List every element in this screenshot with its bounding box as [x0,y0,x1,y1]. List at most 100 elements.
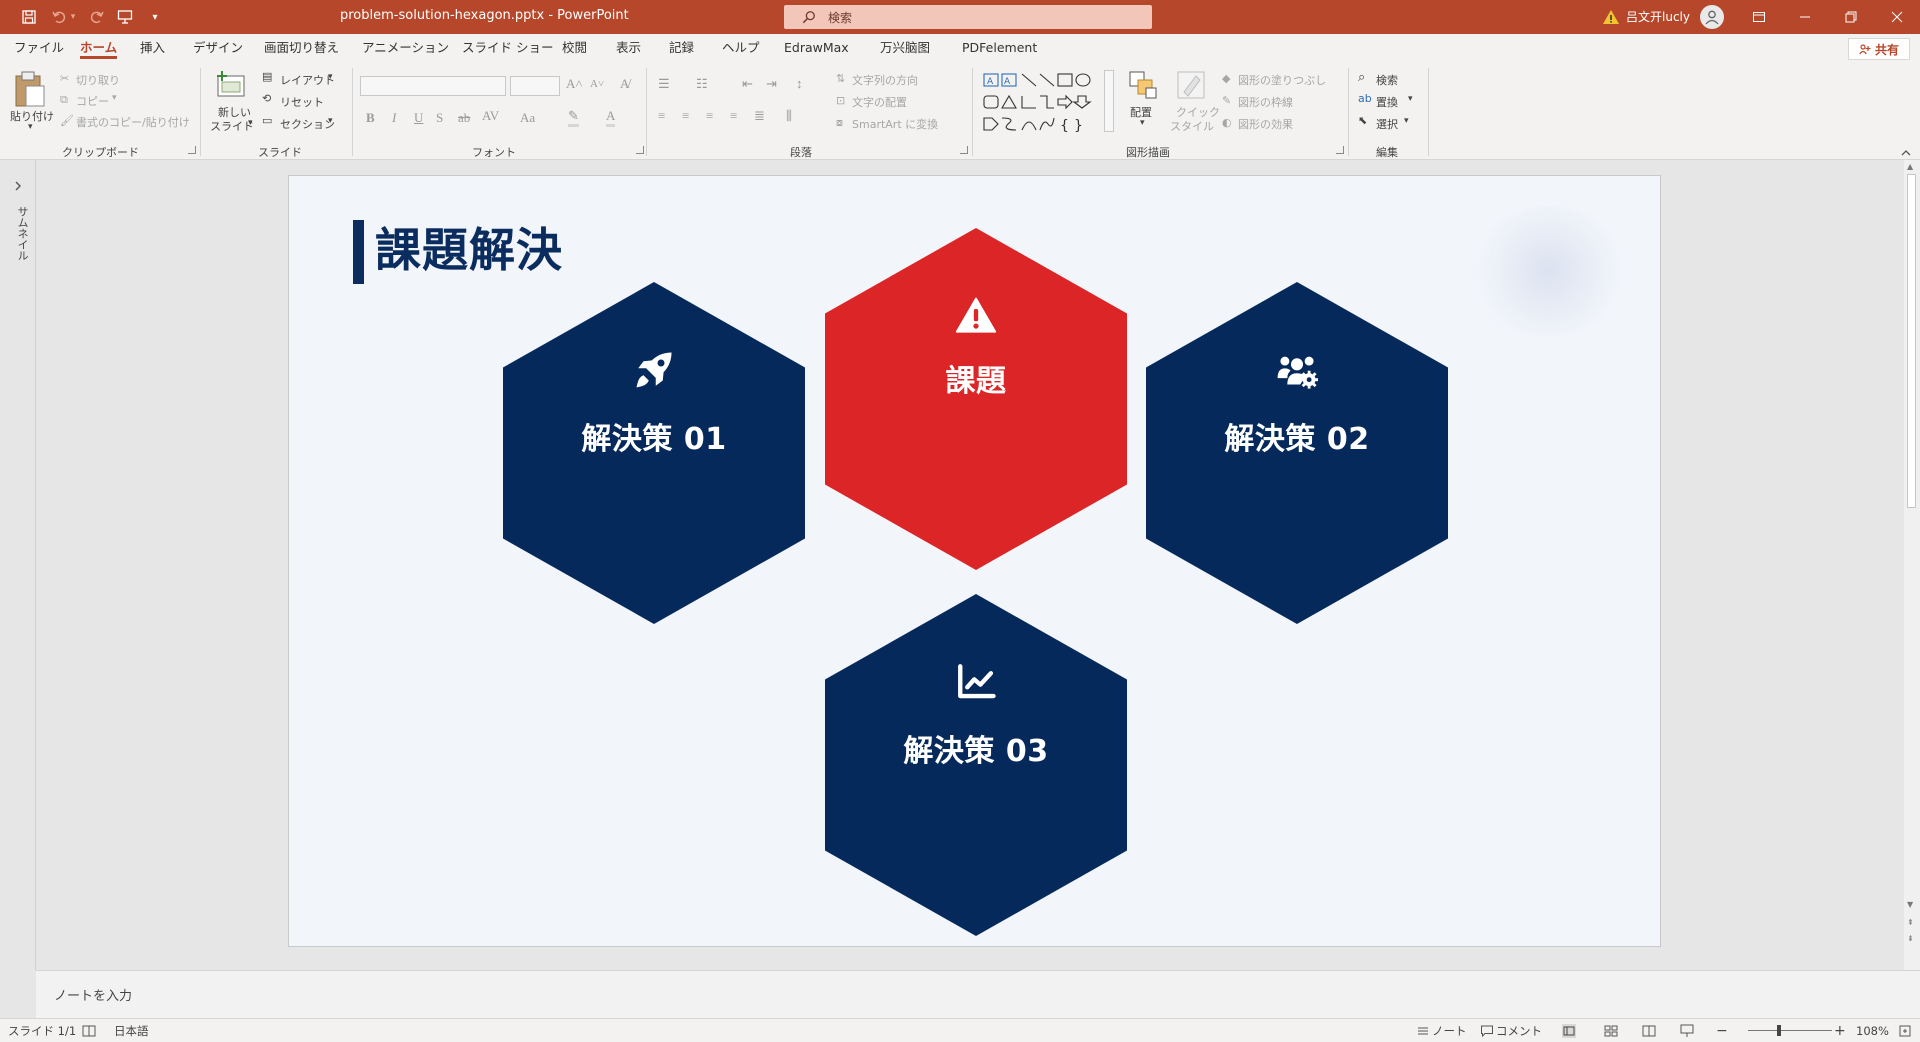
solution-02-hexagon[interactable]: 解決策 02 [1146,282,1448,624]
tab-record[interactable]: 記録 [669,34,694,62]
tab-animations[interactable]: アニメーション [362,34,449,62]
restore-button[interactable] [1828,0,1874,34]
find-icon[interactable]: ⌕ [1358,70,1365,85]
minimize-button[interactable] [1782,0,1828,34]
reset-button[interactable]: リセット [280,94,324,110]
replace-dropdown-icon[interactable]: ▾ [1408,94,1413,104]
align-center-icon[interactable]: ≡ [682,108,689,124]
arrange-dropdown-icon[interactable]: ▾ [1140,118,1145,128]
ribbon-display-options-button[interactable] [1736,0,1782,34]
tab-review[interactable]: 校閲 [562,34,587,62]
solution-03-hexagon[interactable]: 解決策 03 [825,594,1127,936]
zoom-out-icon[interactable]: − [1716,1019,1728,1042]
spell-check-icon[interactable] [82,1024,96,1038]
tab-pdfelement[interactable]: PDFelement [962,34,1037,62]
bold-icon[interactable]: B [366,110,375,126]
slide-canvas[interactable]: 課題解決 課題 解決策 01 解決策 02 解決策 03 [288,175,1661,947]
tab-transitions[interactable]: 画面切り替え [264,34,339,62]
section-icon[interactable]: ▭ [262,114,272,127]
search-input[interactable]: 検索 [784,5,1152,29]
shapes-gallery[interactable]: A A {} [982,70,1112,136]
layout-button[interactable]: レイアウト [280,72,335,88]
solution-01-hexagon[interactable]: 解決策 01 [503,282,805,624]
reading-view-icon[interactable] [1642,1024,1656,1038]
shape-effects-button[interactable]: 図形の効果 [1238,116,1293,132]
tab-design[interactable]: デザイン [193,34,243,62]
zoom-slider-thumb[interactable] [1777,1025,1781,1036]
title-accent-bar[interactable] [353,220,364,284]
scrollbar-thumb[interactable] [1907,174,1916,508]
slide-title[interactable]: 課題解決 [375,214,563,280]
shape-fill-button[interactable]: 図形の塗りつぶし [1238,72,1326,88]
line-spacing-icon[interactable]: ↕ [796,76,803,92]
tab-file[interactable]: ファイル [14,34,64,62]
bullets-icon[interactable]: ☰ [658,76,670,92]
font-name-dropdown[interactable] [360,76,506,96]
customize-toolbar-icon[interactable]: ▾ [140,0,170,34]
tab-wanxing-mindmap[interactable]: 万兴脑图 [880,34,930,62]
tab-insert[interactable]: 挿入 [140,34,165,62]
tab-edrawmax[interactable]: EdrawMax [784,34,849,62]
shape-outline-icon[interactable]: ✎ [1222,94,1231,107]
cut-icon[interactable]: ✂ [60,72,69,85]
format-painter-button[interactable]: 書式のコピー/貼り付け [76,114,190,130]
new-slide-icon[interactable] [216,70,248,100]
slide-sorter-icon[interactable] [1604,1024,1618,1038]
justify-icon[interactable]: ≡ [730,108,737,124]
replace-icon[interactable]: ab [1358,92,1372,105]
notes-placeholder[interactable]: ノートを入力 [54,985,132,1004]
quick-styles-label-2[interactable]: スタイル [1170,118,1214,134]
tab-home[interactable]: ホーム [80,34,118,62]
zoom-level[interactable]: 108% [1856,1019,1889,1042]
increase-indent-icon[interactable]: ⇥ [766,76,777,92]
avatar[interactable] [1700,5,1724,29]
arrange-icon[interactable] [1128,70,1158,100]
thumbnail-pane-label[interactable]: サムネイル [14,206,30,261]
clipboard-launcher-icon[interactable] [188,146,196,154]
italic-icon[interactable]: I [392,110,396,126]
shapes-gallery-scroll[interactable] [1104,70,1114,132]
clear-formatting-icon[interactable]: A̸ [620,76,629,92]
decrease-font-size-icon[interactable]: A˅ [590,78,604,90]
strikethrough-icon[interactable]: ab [458,110,470,126]
fit-to-window-icon[interactable] [1898,1024,1912,1038]
highlight-icon[interactable]: ✎ [568,108,579,127]
paste-icon[interactable] [12,70,46,108]
collapse-ribbon-icon[interactable] [1900,148,1912,158]
shape-effects-icon[interactable]: ◐ [1222,116,1232,129]
copy-button[interactable]: コピー [76,93,109,109]
tab-view[interactable]: 表示 [616,34,641,62]
select-button[interactable]: 選択 [1376,116,1398,132]
previous-slide-icon[interactable]: ⇞ [1907,918,1914,927]
share-button[interactable]: 共有 [1848,38,1910,60]
find-button[interactable]: 検索 [1376,72,1398,88]
increase-font-size-icon[interactable]: A˄ [566,76,583,92]
comments-icon[interactable] [1480,1024,1494,1038]
redo-icon[interactable] [82,0,112,34]
next-slide-icon[interactable]: ⇟ [1907,934,1914,943]
align-text-button[interactable]: 文字の配置 [852,94,907,110]
select-dropdown-icon[interactable]: ▾ [1404,116,1409,126]
numbering-icon[interactable]: ☷ [696,76,708,92]
align-left-icon[interactable]: ≡ [658,108,665,124]
scroll-down-icon[interactable]: ▼ [1907,900,1913,909]
paragraph-launcher-icon[interactable] [960,146,968,154]
vertical-scrollbar[interactable]: ▲ ▼ ⇞ ⇟ [1904,160,1920,970]
reset-icon[interactable]: ⟲ [262,92,271,105]
undo-dropdown-icon[interactable]: ▾ [66,0,80,34]
notes-pane[interactable]: ノートを入力 [36,970,1920,1018]
save-icon[interactable] [14,0,44,34]
start-slideshow-icon[interactable] [110,0,140,34]
copy-icon[interactable]: ⧉ [60,93,68,107]
language-indicator[interactable]: 日本語 [114,1019,149,1042]
normal-view-icon[interactable] [1562,1024,1576,1038]
tab-slideshow[interactable]: スライド ショー [462,34,553,62]
character-spacing-icon[interactable]: AV [482,108,499,124]
drawing-launcher-icon[interactable] [1336,146,1344,154]
text-direction-icon[interactable]: ⇅ [836,72,845,85]
font-color-icon[interactable]: A [606,108,616,127]
notes-icon[interactable] [1416,1024,1430,1038]
zoom-in-icon[interactable]: + [1834,1019,1846,1042]
decrease-indent-icon[interactable]: ⇤ [742,76,753,92]
expand-thumbnails-icon[interactable] [12,180,24,192]
